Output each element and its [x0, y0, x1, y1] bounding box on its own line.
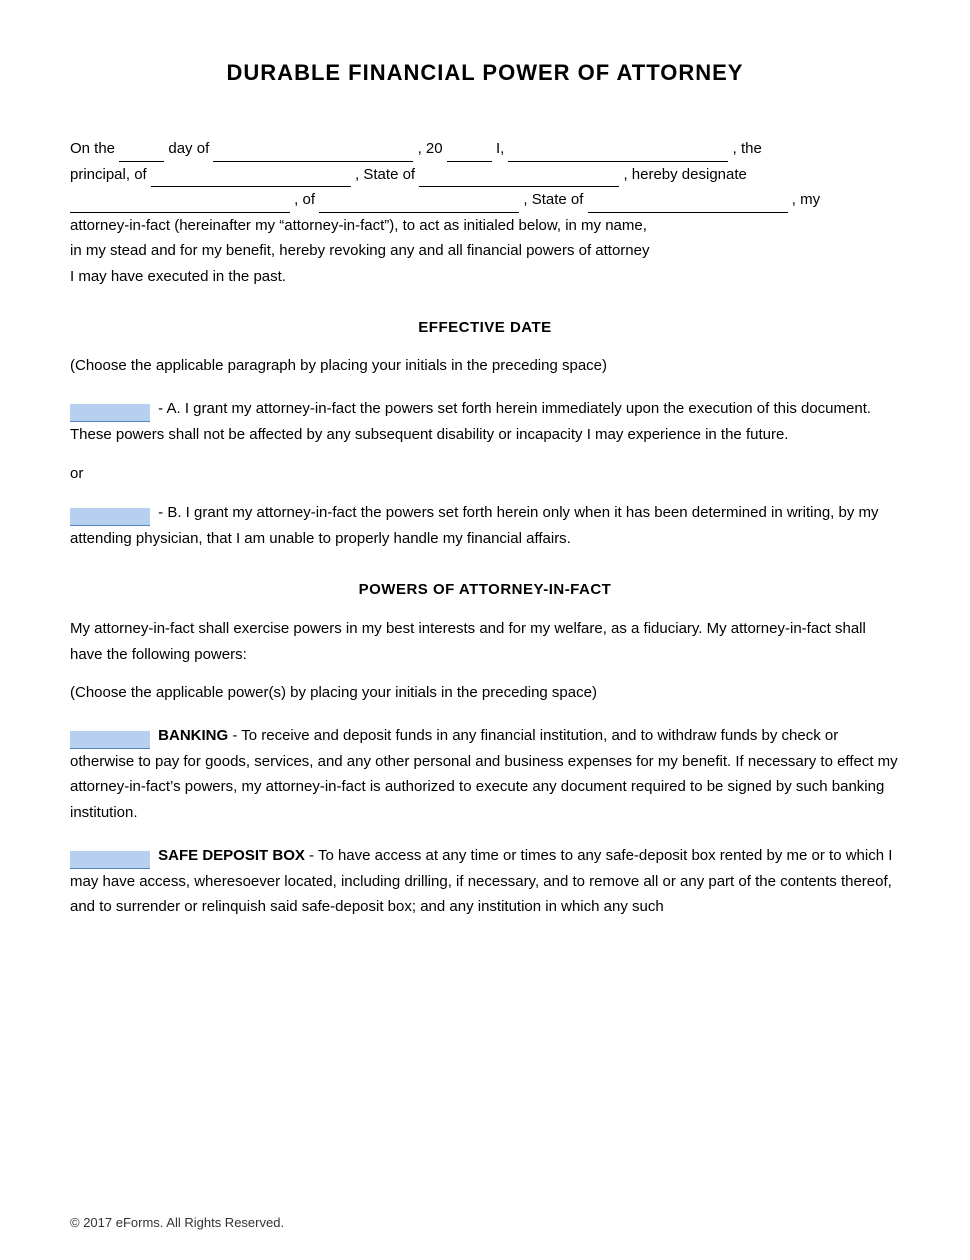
powers-choose-note: (Choose the applicable power(s) by placi… [70, 681, 900, 705]
the-principal-text: , the [733, 140, 762, 157]
effective-date-heading: EFFECTIVE DATE [70, 319, 900, 336]
my-text: , my [792, 191, 820, 208]
of-2-text: , of [294, 191, 319, 208]
option-b-initials[interactable] [70, 508, 150, 526]
safe-deposit-label: SAFE DEPOSIT BOX [158, 847, 305, 864]
effective-date-choose-note: (Choose the applicable paragraph by plac… [70, 354, 900, 378]
month-field[interactable] [213, 144, 413, 162]
agent-state-field[interactable] [588, 195, 788, 213]
banking-initials[interactable] [70, 731, 150, 749]
option-a-block: - A. I grant my attorney-in-fact the pow… [70, 396, 900, 447]
safe-deposit-initials[interactable] [70, 851, 150, 869]
on-the-text: On the [70, 140, 115, 157]
stead-text: in my stead and for my benefit, hereby r… [70, 242, 650, 259]
banking-label: BANKING [158, 727, 228, 744]
footer-copyright: © 2017 eForms. All Rights Reserved. [70, 1215, 284, 1230]
principal-state-field[interactable] [419, 169, 619, 187]
past-text: I may have executed in the past. [70, 268, 286, 285]
day-field[interactable] [119, 144, 164, 162]
document-title: DURABLE FINANCIAL POWER OF ATTORNEY [70, 60, 900, 86]
principal-of-text: principal, of [70, 166, 151, 183]
state-of-1-text: , State of [355, 166, 419, 183]
principal-address-field[interactable] [151, 169, 351, 187]
principal-name-field[interactable] [508, 144, 728, 162]
safe-deposit-block: SAFE DEPOSIT BOX - To have access at any… [70, 843, 900, 920]
powers-intro: My attorney-in-fact shall exercise power… [70, 616, 900, 667]
intro-paragraph: On the day of , 20 I, , the principal, o… [70, 136, 900, 289]
agent-name-field[interactable] [70, 195, 290, 213]
option-a-text: - A. I grant my attorney-in-fact the pow… [70, 400, 871, 443]
attorney-text: attorney-in-fact (hereinafter my “attorn… [70, 217, 647, 234]
state-of-2-text: , State of [523, 191, 587, 208]
powers-heading: POWERS OF ATTORNEY-IN-FACT [70, 581, 900, 598]
agent-address-field[interactable] [319, 195, 519, 213]
banking-block: BANKING - To receive and deposit funds i… [70, 723, 900, 825]
year-prefix-text: , 20 [418, 140, 443, 157]
option-b-text: - B. I grant my attorney-in-fact the pow… [70, 504, 879, 547]
i-text: I, [496, 140, 509, 157]
day-of-text: day of [168, 140, 213, 157]
option-a-initials[interactable] [70, 404, 150, 422]
hereby-designate-text: , hereby designate [623, 166, 746, 183]
year-field[interactable] [447, 144, 492, 162]
or-text: or [70, 465, 900, 482]
option-b-block: - B. I grant my attorney-in-fact the pow… [70, 500, 900, 551]
